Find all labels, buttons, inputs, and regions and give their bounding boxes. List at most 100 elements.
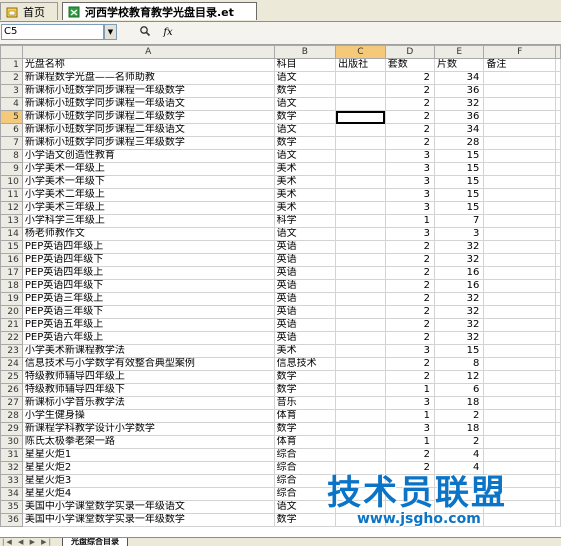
- cell-a-7[interactable]: 新课标小班数学同步课程三年级数学: [21, 136, 275, 150]
- cell-c-12[interactable]: [335, 201, 386, 215]
- row-header[interactable]: 8: [0, 149, 23, 163]
- cell-d-2[interactable]: 2: [384, 71, 436, 85]
- cell-g-6[interactable]: [555, 123, 561, 137]
- row-header[interactable]: 6: [0, 123, 23, 137]
- cell-g-1[interactable]: [555, 58, 561, 72]
- cell-d-13[interactable]: 1: [384, 214, 436, 228]
- cell-e-16[interactable]: 32: [434, 253, 485, 267]
- cell-c-4[interactable]: [335, 97, 386, 111]
- cell-c-25[interactable]: [335, 370, 386, 384]
- cell-f-6[interactable]: [483, 123, 556, 137]
- row-header[interactable]: 35: [0, 500, 23, 514]
- cell-g-20[interactable]: [555, 305, 561, 319]
- cell-a-19[interactable]: PEP英语三年级上: [21, 292, 275, 306]
- cell-e-10[interactable]: 15: [434, 175, 485, 189]
- cell-a-35[interactable]: 美国中小学课堂数学实录一年级语文: [21, 500, 275, 514]
- cell-g-4[interactable]: [555, 97, 561, 111]
- row-header[interactable]: 36: [0, 513, 23, 527]
- row-header[interactable]: 31: [0, 448, 23, 462]
- row-header[interactable]: 23: [0, 344, 23, 358]
- cell-f-13[interactable]: [483, 214, 556, 228]
- cell-b-2[interactable]: 语文: [273, 71, 337, 85]
- cell-g-23[interactable]: [555, 344, 561, 358]
- cell-b-10[interactable]: 美术: [273, 175, 337, 189]
- select-all-corner[interactable]: [0, 45, 23, 59]
- cell-e-30[interactable]: 2: [434, 435, 485, 449]
- cell-b-15[interactable]: 英语: [273, 240, 337, 254]
- cell-c-24[interactable]: [335, 357, 386, 371]
- cell-f-2[interactable]: [483, 71, 556, 85]
- cell-b-22[interactable]: 英语: [273, 331, 337, 345]
- cell-b-8[interactable]: 语文: [273, 149, 337, 163]
- row-header[interactable]: 25: [0, 370, 23, 384]
- cell-c-3[interactable]: [335, 84, 386, 98]
- cell-d-14[interactable]: 3: [384, 227, 436, 241]
- cell-b-36[interactable]: 数学: [273, 513, 337, 527]
- cell-a-17[interactable]: PEP英语四年级上: [21, 266, 275, 280]
- cell-e-7[interactable]: 28: [434, 136, 485, 150]
- cell-e-23[interactable]: 15: [434, 344, 485, 358]
- cell-a-22[interactable]: PEP英语六年级上: [21, 331, 275, 345]
- cell-d-5[interactable]: 2: [384, 110, 436, 124]
- cell-c-20[interactable]: [335, 305, 386, 319]
- cell-b-18[interactable]: 英语: [273, 279, 337, 293]
- row-header[interactable]: 28: [0, 409, 23, 423]
- cell-d-3[interactable]: 2: [384, 84, 436, 98]
- row-header[interactable]: 20: [0, 305, 23, 319]
- cell-g-15[interactable]: [555, 240, 561, 254]
- cell-c-31[interactable]: [335, 448, 386, 462]
- cell-a-12[interactable]: 小学美术三年级上: [21, 201, 275, 215]
- cell-e-12[interactable]: 15: [434, 201, 485, 215]
- cell-a-16[interactable]: PEP英语四年级下: [21, 253, 275, 267]
- cell-f-29[interactable]: [483, 422, 556, 436]
- cell-f-22[interactable]: [483, 331, 556, 345]
- cell-c-7[interactable]: [335, 136, 386, 150]
- name-box[interactable]: C5: [1, 24, 104, 40]
- cell-g-28[interactable]: [555, 409, 561, 423]
- cell-b-35[interactable]: 语文: [273, 500, 337, 514]
- cell-f-18[interactable]: [483, 279, 556, 293]
- cell-c-18[interactable]: [335, 279, 386, 293]
- cell-e-21[interactable]: 32: [434, 318, 485, 332]
- row-header[interactable]: 22: [0, 331, 23, 345]
- cell-b-34[interactable]: 综合: [273, 487, 337, 501]
- cell-g-34[interactable]: [555, 487, 561, 501]
- cell-d-28[interactable]: 1: [384, 409, 436, 423]
- cell-d-12[interactable]: 3: [384, 201, 436, 215]
- cell-b-20[interactable]: 英语: [273, 305, 337, 319]
- cell-c-36[interactable]: [335, 513, 386, 527]
- cell-b-3[interactable]: 数学: [273, 84, 337, 98]
- cell-b-30[interactable]: 体育: [273, 435, 337, 449]
- cell-a-2[interactable]: 新课程数学光盘——名师助教: [21, 71, 275, 85]
- cell-a-14[interactable]: 杨老师教作文: [21, 227, 275, 241]
- cell-c-9[interactable]: [335, 162, 386, 176]
- cell-d-26[interactable]: 1: [384, 383, 436, 397]
- cell-d-31[interactable]: 2: [384, 448, 436, 462]
- cell-a-6[interactable]: 新课标小班数学同步课程二年级语文: [21, 123, 275, 137]
- row-header[interactable]: 15: [0, 240, 23, 254]
- cell-b-11[interactable]: 美术: [273, 188, 337, 202]
- cell-c-5[interactable]: [335, 110, 386, 124]
- cell-b-24[interactable]: 信息技术: [273, 357, 337, 371]
- cell-b-17[interactable]: 英语: [273, 266, 337, 280]
- cell-a-26[interactable]: 特级教师辅导四年级下: [21, 383, 275, 397]
- cell-d-30[interactable]: 1: [384, 435, 436, 449]
- cell-f-3[interactable]: [483, 84, 556, 98]
- cell-g-16[interactable]: [555, 253, 561, 267]
- row-header[interactable]: 16: [0, 253, 23, 267]
- cell-d-19[interactable]: 2: [384, 292, 436, 306]
- cell-d-9[interactable]: 3: [384, 162, 436, 176]
- cell-a-28[interactable]: 小学生健身操: [21, 409, 275, 423]
- cell-g-36[interactable]: [555, 513, 561, 527]
- cell-c-16[interactable]: [335, 253, 386, 267]
- cell-b-29[interactable]: 数学: [273, 422, 337, 436]
- row-header[interactable]: 2: [0, 71, 23, 85]
- cell-e-28[interactable]: 2: [434, 409, 485, 423]
- name-box-dropdown-icon[interactable]: ▼: [104, 24, 117, 40]
- row-header[interactable]: 30: [0, 435, 23, 449]
- row-header[interactable]: 34: [0, 487, 23, 501]
- cell-f-9[interactable]: [483, 162, 556, 176]
- cell-f-4[interactable]: [483, 97, 556, 111]
- cell-d-20[interactable]: 2: [384, 305, 436, 319]
- cell-d-29[interactable]: 3: [384, 422, 436, 436]
